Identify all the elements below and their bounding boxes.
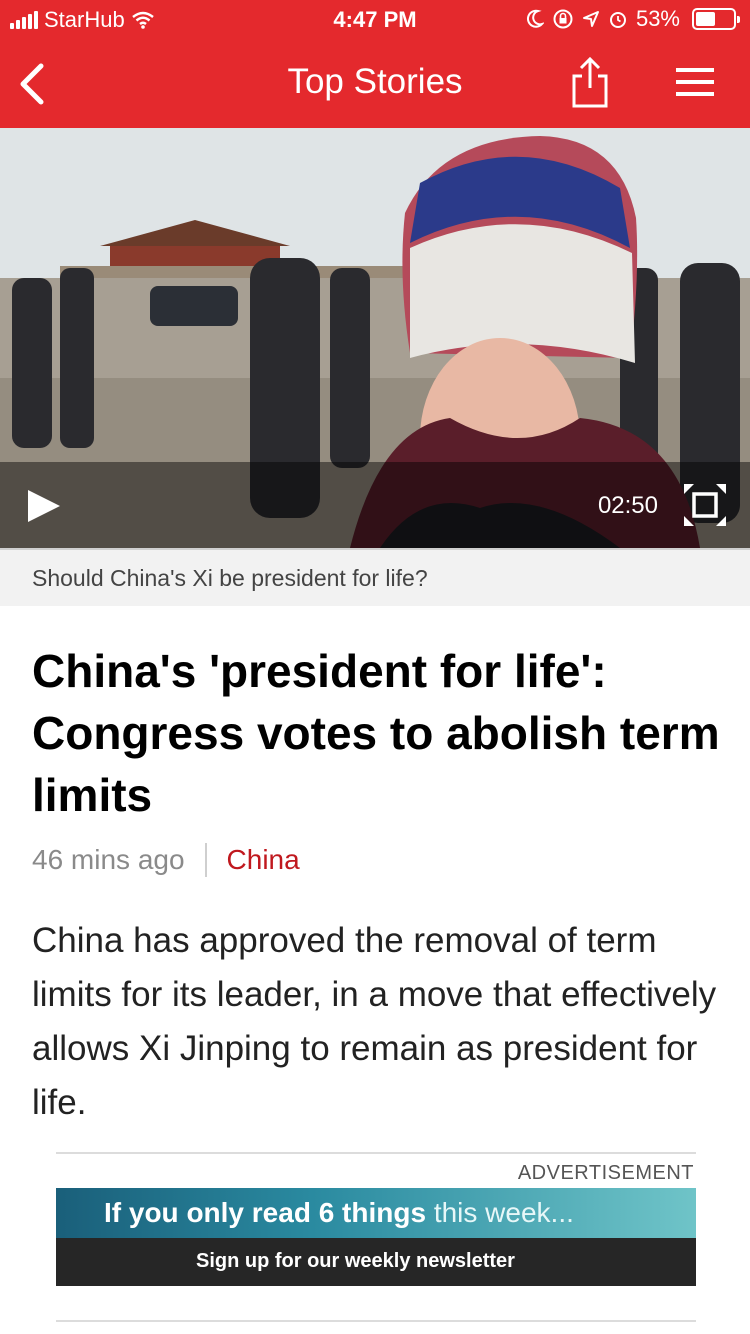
- status-right: 53%: [526, 6, 740, 32]
- page-title: Top Stories: [287, 62, 463, 101]
- battery-icon: [692, 8, 740, 30]
- nav-bar: Top Stories: [0, 40, 750, 128]
- ad-cta-strip: Sign up for our weekly newsletter: [56, 1238, 696, 1286]
- ad-headline: If you only read 6 things this week...: [104, 1197, 574, 1229]
- ad-divider-top: [56, 1152, 696, 1154]
- share-button[interactable]: [568, 52, 612, 112]
- article-summary: China has approved the removal of term l…: [32, 921, 717, 1122]
- menu-button[interactable]: [672, 62, 720, 102]
- video-caption: Should China's Xi be president for life?: [0, 548, 750, 606]
- rotation-lock-icon: [553, 9, 573, 29]
- article-timestamp: 46 mins ago: [32, 844, 185, 875]
- ad-label: ADVERTISEMENT: [517, 1162, 694, 1184]
- battery-fill: [696, 12, 716, 26]
- hamburger-menu-icon: [676, 68, 714, 96]
- video-duration: 02:50: [597, 492, 658, 519]
- battery-percent: 53%: [635, 6, 680, 31]
- ad-headline-strip: If you only read 6 things this week...: [56, 1188, 696, 1238]
- status-bar: StarHub 4:47 PM 53%: [0, 0, 750, 40]
- article-meta: 46 mins ago China: [32, 843, 300, 877]
- ad-cta: Sign up for our weekly newsletter: [196, 1250, 515, 1272]
- ad-divider-bottom: [56, 1320, 696, 1322]
- article-section-link[interactable]: China: [227, 844, 300, 876]
- app-header: StarHub 4:47 PM 53% Top Stories: [0, 0, 750, 128]
- location-icon: [582, 11, 599, 27]
- meta-divider: [204, 843, 207, 877]
- alarm-icon: [609, 12, 626, 28]
- moon-icon: [526, 9, 544, 28]
- video-controls: 02:50: [0, 462, 750, 548]
- fullscreen-button[interactable]: [682, 482, 728, 528]
- ad-headline-light: this week...: [433, 1197, 574, 1228]
- share-icon: [572, 56, 608, 108]
- article-headline: China's 'president for life': Congress v…: [32, 645, 720, 821]
- ad-banner[interactable]: If you only read 6 things this week... S…: [56, 1188, 696, 1286]
- video-player[interactable]: 02:50: [0, 128, 750, 548]
- ad-headline-bold: If you only read 6 things: [104, 1197, 427, 1228]
- play-button[interactable]: [26, 488, 62, 524]
- video-caption-text: Should China's Xi be president for life?: [32, 565, 428, 591]
